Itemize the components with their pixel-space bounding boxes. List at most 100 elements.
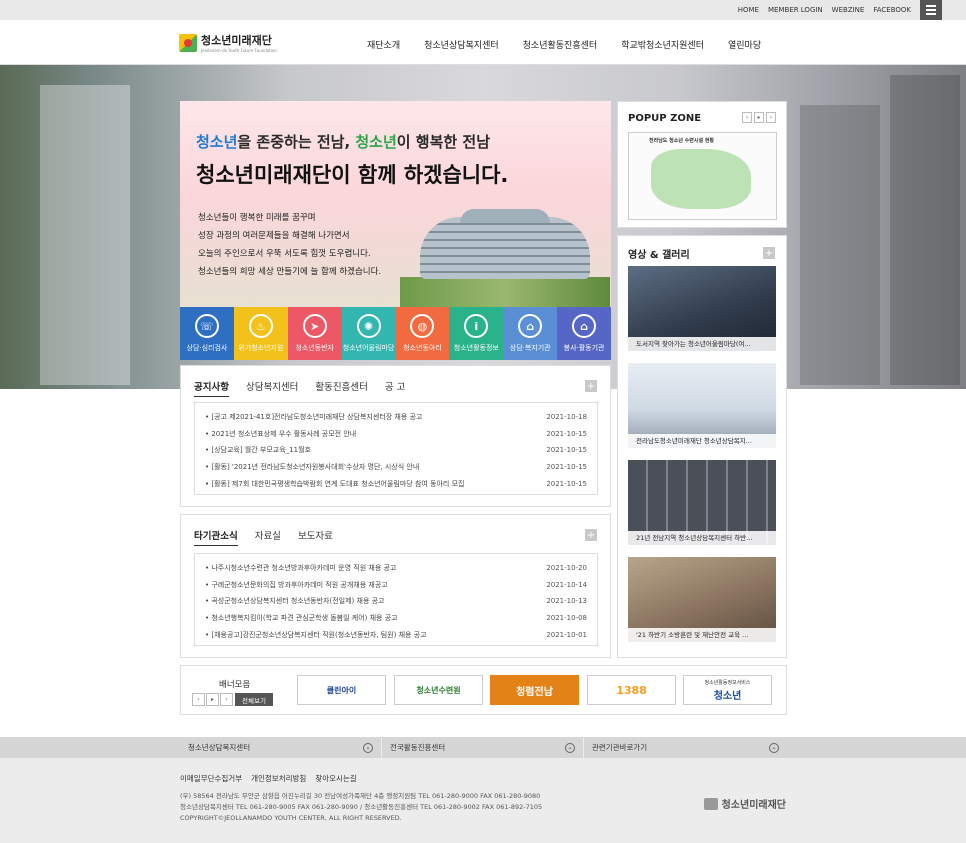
hamburger-menu-icon[interactable] (920, 0, 942, 20)
popup-next-button[interactable]: › (766, 112, 776, 123)
banner-body-text: 청소년들이 행복한 미래를 꿈꾸며 성장 과정의 여러문제들을 해결해 나가면서… (198, 213, 382, 277)
tab-announcements[interactable]: 공 고 (385, 379, 406, 397)
banner-play-button[interactable]: ▸ (206, 693, 219, 706)
tab-activity-center[interactable]: 활동진흥센터 (315, 379, 367, 397)
chevron-down-icon: ⌄ (363, 742, 373, 753)
site-header: 청소년미래재단 Jeollanam-do Youth Future Founda… (0, 20, 966, 65)
megaphone-icon: ✺ (356, 314, 381, 338)
news-board: 타기관소식 자료실 보도자료 + • 나주시청소년수련관 청소년방과후아카데미 … (180, 514, 611, 658)
webzine-link[interactable]: WEBZINE (832, 6, 865, 14)
list-item[interactable]: • 구례군청소년문화의집 방과후아카데미 직원 공개채용 재공고 2021-10-… (205, 577, 587, 594)
tab-counseling-center[interactable]: 상담복지센터 (246, 379, 298, 397)
gallery-item[interactable]: '21 하반기 소방훈련 및 재난안전 교육 ... (628, 557, 776, 642)
view-all-banners-button[interactable]: 전체보기 (235, 693, 273, 706)
facebook-link[interactable]: FACEBOOK (873, 6, 911, 14)
related-sites-select[interactable]: 관련기관바로가기 ⌄ (584, 737, 787, 758)
gallery-item-caption: 21년 전남지역 청소년상담복지센터 하반... (628, 531, 776, 545)
news-list: • 나주시청소년수련관 청소년방과후아카데미 운영 직원 채용 공고 2021-1… (194, 553, 598, 646)
logo-english: Jeollanam-do Youth Future Foundation (201, 48, 277, 53)
list-item[interactable]: • 청소년행복지킴이(학교 파견 관심군학생 돌봄일 케어) 채용 공고 2021… (205, 610, 587, 627)
nav-item-activity-center[interactable]: 청소년활동진흥센터 (523, 38, 598, 51)
quick-menu-label: 봉사·활동기관 (563, 344, 605, 352)
notice-more-button[interactable]: + (585, 380, 597, 392)
banner-headline-2: 청소년미래재단이 함께 하겠습니다. (196, 163, 509, 187)
popup-thumb-caption: 전라남도 청소년 수련시설 현황 (649, 138, 715, 144)
quick-menu-item[interactable]: ⌂ 상담·복지기관 (503, 307, 558, 360)
nav-item-open-forum[interactable]: 열린마당 (728, 38, 761, 51)
basketball-icon: ◍ (410, 314, 435, 338)
quick-menu-label: 청소년동아리 (403, 344, 442, 352)
list-item[interactable]: • [활동] 제7회 대한민국평생학습박람회 연계 도대표 청소년어울림마당 참… (205, 475, 587, 492)
banner-next-button[interactable]: › (220, 693, 233, 706)
banner-prev-button[interactable]: ‹ (192, 693, 205, 706)
tab-press-releases[interactable]: 보도자료 (298, 528, 333, 546)
hotline-1388-banner[interactable]: 1388 (587, 675, 676, 705)
footer-link-bar: 청소년상담복지센터 ⌄ 전국활동진흥센터 ⌄ 관련기관바로가기 ⌄ (0, 737, 966, 758)
gallery-item-caption: 전라남도청소년미래재단 청소년상담복지... (628, 434, 776, 448)
quick-menu-label: 청소년활동정보 (453, 344, 499, 352)
list-item[interactable]: • [공고 제2021-41호]전라남도청소년미래재단 상담복지센터장 채용 공… (205, 409, 587, 426)
gallery-title: 영상 & 갤러리 (628, 250, 690, 261)
nav-item-foundation[interactable]: 재단소개 (367, 38, 400, 51)
member-login-link[interactable]: MEMBER LOGIN (768, 6, 823, 14)
popup-zone: POPUP ZONE ‹ ▸ › 전라남도 청소년 수련시설 현황 (617, 101, 787, 228)
nav-item-out-of-school-center[interactable]: 학교밖청소년지원센터 (621, 38, 704, 51)
banner-headline-1: 청소년을 존중하는 전남, 청소년이 행복한 전남 (196, 133, 491, 151)
tab-resources[interactable]: 자료실 (255, 528, 281, 546)
gallery-more-button[interactable]: + (763, 247, 775, 259)
nav-item-counseling-center[interactable]: 청소년상담복지센터 (424, 38, 499, 51)
siren-icon: ♨ (248, 314, 273, 338)
privacy-policy-link[interactable]: 개인정보처리방침 (251, 773, 306, 784)
tab-other-agency-news[interactable]: 타기관소식 (194, 528, 238, 546)
footer-logo: 청소년미래재단 (703, 796, 786, 811)
gallery-item-caption: 도서지역 찾아가는 청소년어울림마당(여... (628, 337, 776, 351)
activity-center-select[interactable]: 전국활동진흥센터 ⌄ (382, 737, 584, 758)
popup-play-button[interactable]: ▸ (754, 112, 764, 123)
news-more-button[interactable]: + (585, 529, 597, 541)
building-illustration (400, 209, 610, 307)
quick-menu-item[interactable]: ◍ 청소년동아리 (395, 307, 450, 360)
list-item[interactable]: • 나주시청소년수련관 청소년방과후아카데미 운영 직원 채용 공고 2021-1… (205, 560, 587, 577)
gallery-item[interactable]: 21년 전남지역 청소년상담복지센터 하반... (628, 460, 776, 545)
tab-notices[interactable]: 공지사항 (194, 379, 229, 397)
main-visual-banner: 청소년을 존중하는 전남, 청소년이 행복한 전남 청소년미래재단이 함께 하겠… (180, 101, 611, 307)
list-item[interactable]: • [채용공고]강진군청소년상담복지센터 직원(청소년동반자, 팀원) 채용 공… (205, 626, 587, 643)
counseling-center-select[interactable]: 청소년상담복지센터 ⌄ (180, 737, 382, 758)
house-icon: ⌂ (572, 314, 597, 338)
quick-menu-item[interactable]: ♨ 위기청소년지원 (233, 307, 288, 360)
home-link[interactable]: HOME (738, 6, 759, 14)
gallery-item-caption: '21 하반기 소방훈련 및 재난안전 교육 ... (628, 628, 776, 642)
banner-collection-label: 배너모음 (219, 680, 251, 690)
gallery-item[interactable]: 전라남도청소년미래재단 청소년상담복지... (628, 363, 776, 448)
list-item[interactable]: • [상담교육] 월간 부모교육_11월호 2021-10-15 (205, 442, 587, 459)
quick-menu-item[interactable]: ☏ 상담·심리검사 (180, 307, 234, 360)
gallery-item[interactable]: 도서지역 찾아가는 청소년어울림마당(여... (628, 266, 776, 351)
news-tabs: 타기관소식 자료실 보도자료 (194, 528, 333, 546)
notice-list: • [공고 제2021-41호]전라남도청소년미래재단 상담복지센터장 채용 공… (194, 402, 598, 495)
quick-menu: ☏ 상담·심리검사 ♨ 위기청소년지원 ➤ 청소년동반자 ✺ 청소년어울림마당 ◍ 청소년동아리 i… (180, 307, 611, 360)
logo-name: 청소년미래재단 (201, 34, 272, 47)
list-item[interactable]: • [활동] '2021년 전라남도청소년자원봉사대회'수상자 명단, 시상식 … (205, 459, 587, 476)
list-item[interactable]: • 2021년 청소년표상제 우수 활동사례 공모전 안내 2021-10-15 (205, 426, 587, 443)
info-icon: i (464, 314, 489, 338)
youth-activity-info-banner[interactable]: 청소년활동정보서비스 청소년 (683, 675, 772, 705)
site-logo[interactable]: 청소년미래재단 Jeollanam-do Youth Future Founda… (179, 32, 277, 53)
video-gallery: 영상 & 갤러리 + 도서지역 찾아가는 청소년어울림마당(여... 전라남도청… (617, 235, 787, 658)
quick-menu-item[interactable]: ⌂ 봉사·활동기관 (557, 307, 611, 360)
phone-icon: ☏ (194, 314, 219, 338)
quick-menu-label: 상담·복지기관 (509, 344, 551, 352)
main-nav: 재단소개 청소년상담복지센터 청소년활동진흥센터 학교밖청소년지원센터 열린마당 (367, 38, 761, 51)
youth-training-center-banner[interactable]: 청소년수련원 (394, 675, 483, 705)
quick-menu-label: 청소년동반자 (295, 344, 334, 352)
popup-thumbnail[interactable]: 전라남도 청소년 수련시설 현황 (628, 132, 777, 220)
quick-menu-item[interactable]: ✺ 청소년어울림마당 (341, 307, 396, 360)
popup-title: POPUP ZONE (628, 113, 702, 124)
quick-menu-item[interactable]: i 청소년활동정보 (449, 307, 504, 360)
directions-link[interactable]: 찾아오시는길 (315, 773, 356, 784)
list-item[interactable]: • 곡성군청소년상담복지센터 청소년동반자(전일제) 채용 공고 2021-10-… (205, 593, 587, 610)
clean-eye-banner[interactable]: 클린아이 (297, 675, 386, 705)
email-policy-link[interactable]: 이메일무단수집거부 (180, 773, 242, 784)
integrity-jeonnam-banner[interactable]: 청렴전남 (490, 675, 579, 705)
popup-prev-button[interactable]: ‹ (742, 112, 752, 123)
quick-menu-item[interactable]: ➤ 청소년동반자 (287, 307, 342, 360)
